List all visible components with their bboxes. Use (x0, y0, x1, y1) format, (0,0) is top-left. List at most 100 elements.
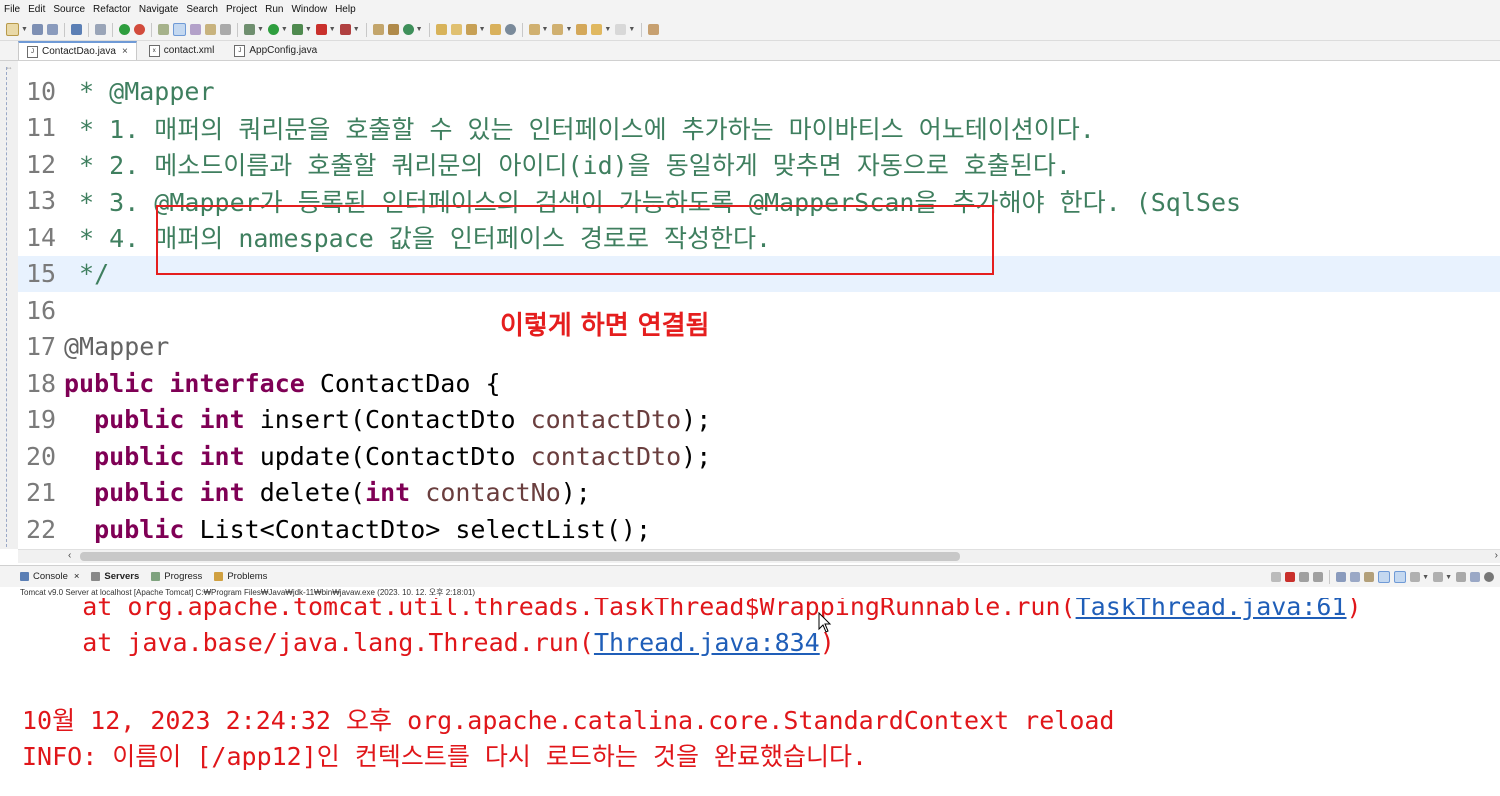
menu-search[interactable]: Search (182, 0, 222, 19)
pin-icon[interactable] (157, 24, 169, 35)
new-java-project-icon[interactable] (372, 24, 384, 35)
next-annotation-icon[interactable] (528, 24, 540, 35)
keyword: public interface (64, 368, 305, 398)
chevron-down-icon[interactable]: ▼ (565, 26, 572, 33)
pin-editor-icon[interactable] (648, 24, 660, 35)
word-wrap-icon[interactable] (204, 24, 216, 35)
pin-console-icon[interactable] (1394, 571, 1407, 583)
back-icon[interactable] (591, 24, 603, 35)
new-package-icon[interactable] (387, 24, 399, 35)
editor-tab-bar: J ContactDao.java × x contact.xml J AppC… (0, 41, 1500, 61)
terminate-icon[interactable] (1285, 572, 1296, 582)
menu-project[interactable]: Project (222, 0, 261, 19)
scroll-lock-icon[interactable] (1336, 572, 1347, 582)
debug-server-icon[interactable] (118, 24, 130, 35)
menu-help[interactable]: Help (331, 0, 360, 19)
code-line-10: 10 * @Mapper (18, 73, 215, 110)
maximize-icon[interactable] (1470, 572, 1480, 582)
code-text: ContactDao { (304, 368, 501, 398)
coverage-icon[interactable] (291, 24, 303, 35)
chevron-down-icon[interactable]: ▼ (305, 26, 312, 33)
console-output[interactable]: at org.apache.tomcat.util.threads.TaskTh… (0, 598, 1500, 796)
chevron-down-icon[interactable]: ▼ (281, 26, 288, 33)
minimize-icon[interactable] (1456, 572, 1466, 582)
scroll-left-icon[interactable]: ‹ (68, 550, 71, 561)
scrollbar-thumb[interactable] (80, 552, 960, 561)
scroll-right-icon[interactable]: › (1495, 550, 1498, 561)
chevron-down-icon[interactable]: ▼ (628, 26, 635, 33)
search-icon[interactable] (465, 24, 477, 35)
menu-run[interactable]: Run (261, 0, 287, 19)
chevron-down-icon[interactable]: ▼ (542, 26, 549, 33)
toolbar-separator (150, 22, 152, 37)
menu-window[interactable]: Window (287, 0, 331, 19)
globe-icon[interactable] (504, 24, 516, 35)
stack-trace-link[interactable]: TaskThread.java:61 (1076, 598, 1347, 621)
chevron-down-icon[interactable]: ▼ (353, 26, 360, 33)
chevron-down-icon[interactable]: ▼ (1445, 574, 1452, 581)
block-selection-icon[interactable] (189, 24, 201, 35)
open-console-icon[interactable] (1433, 572, 1444, 582)
stop-icon[interactable] (315, 24, 327, 35)
open-type-icon[interactable] (435, 24, 447, 35)
last-edit-icon[interactable] (576, 24, 588, 35)
menu-navigate[interactable]: Navigate (135, 0, 182, 19)
tab-console[interactable]: Console × (20, 571, 79, 582)
save-icon[interactable] (31, 24, 43, 35)
word-wrap-icon[interactable] (1350, 572, 1361, 582)
clear-console-icon[interactable] (1313, 572, 1324, 582)
prev-annotation-icon[interactable] (552, 24, 564, 35)
debug-icon[interactable] (243, 24, 255, 35)
tab-progress[interactable]: Progress (151, 571, 202, 582)
chevron-down-icon[interactable]: ▼ (257, 26, 264, 33)
stack-trace-link[interactable]: Thread.java:834 (594, 628, 820, 657)
tab-servers[interactable]: Servers (91, 571, 139, 582)
tab-contactdao-java[interactable]: J ContactDao.java × (18, 41, 137, 60)
tab-label: Problems (227, 571, 268, 582)
menu-source[interactable]: Source (49, 0, 89, 19)
problems-icon (214, 572, 224, 581)
chevron-down-icon[interactable]: ▼ (329, 26, 336, 33)
code-line-20: 20 public int update(ContactDto contactD… (18, 438, 711, 475)
whitespace-icon[interactable] (219, 24, 231, 35)
code-line-19: 19 public int insert(ContactDto contactD… (18, 402, 711, 439)
skip-breakpoints-icon[interactable] (94, 24, 106, 35)
forward-icon[interactable] (615, 24, 627, 35)
tab-contact-xml[interactable]: x contact.xml (141, 41, 223, 60)
toolbar-separator (63, 22, 65, 37)
new-class-icon[interactable] (402, 24, 414, 35)
tab-appconfig-java[interactable]: J AppConfig.java (226, 41, 325, 60)
show-stdout-icon[interactable] (1364, 572, 1375, 582)
run-icon[interactable] (267, 24, 279, 35)
folding-ruler (6, 67, 11, 547)
new-icon[interactable] (6, 23, 19, 36)
save-all-icon[interactable] (46, 24, 58, 35)
refresh-icon[interactable] (133, 24, 145, 35)
display-console-icon[interactable] (1410, 572, 1421, 582)
gear-icon[interactable] (1484, 572, 1494, 582)
external-tools-icon[interactable] (339, 24, 351, 35)
chevron-down-icon[interactable]: ▼ (416, 26, 423, 33)
chevron-down-icon[interactable]: ▼ (21, 26, 28, 33)
remove-all-icon[interactable] (1299, 572, 1310, 582)
close-icon[interactable]: × (122, 46, 128, 57)
code-editor[interactable]: 10 * @Mapper 11 * 1. 매퍼의 쿼리문을 호출할 수 있는 인… (18, 61, 1500, 549)
open-resource-icon[interactable] (450, 24, 462, 35)
menu-refactor[interactable]: Refactor (89, 0, 135, 19)
menu-file[interactable]: File (0, 0, 24, 19)
editor-horizontal-scrollbar[interactable]: ‹ › (18, 549, 1500, 563)
chevron-down-icon[interactable]: ▼ (1422, 574, 1429, 581)
toolbar-separator (428, 22, 430, 37)
menu-edit[interactable]: Edit (24, 0, 49, 19)
tab-problems[interactable]: Problems (214, 571, 267, 582)
close-icon[interactable]: × (74, 571, 80, 582)
show-stderr-icon[interactable] (1378, 571, 1391, 583)
parameter: contactNo (425, 478, 561, 508)
chevron-down-icon[interactable]: ▼ (604, 26, 611, 33)
highlight-icon[interactable] (172, 23, 186, 36)
remove-launch-icon[interactable] (1271, 572, 1282, 582)
open-task-icon[interactable] (489, 24, 501, 35)
highlight-box (156, 205, 994, 275)
chevron-down-icon[interactable]: ▼ (479, 26, 486, 33)
console-icon[interactable] (70, 24, 82, 35)
